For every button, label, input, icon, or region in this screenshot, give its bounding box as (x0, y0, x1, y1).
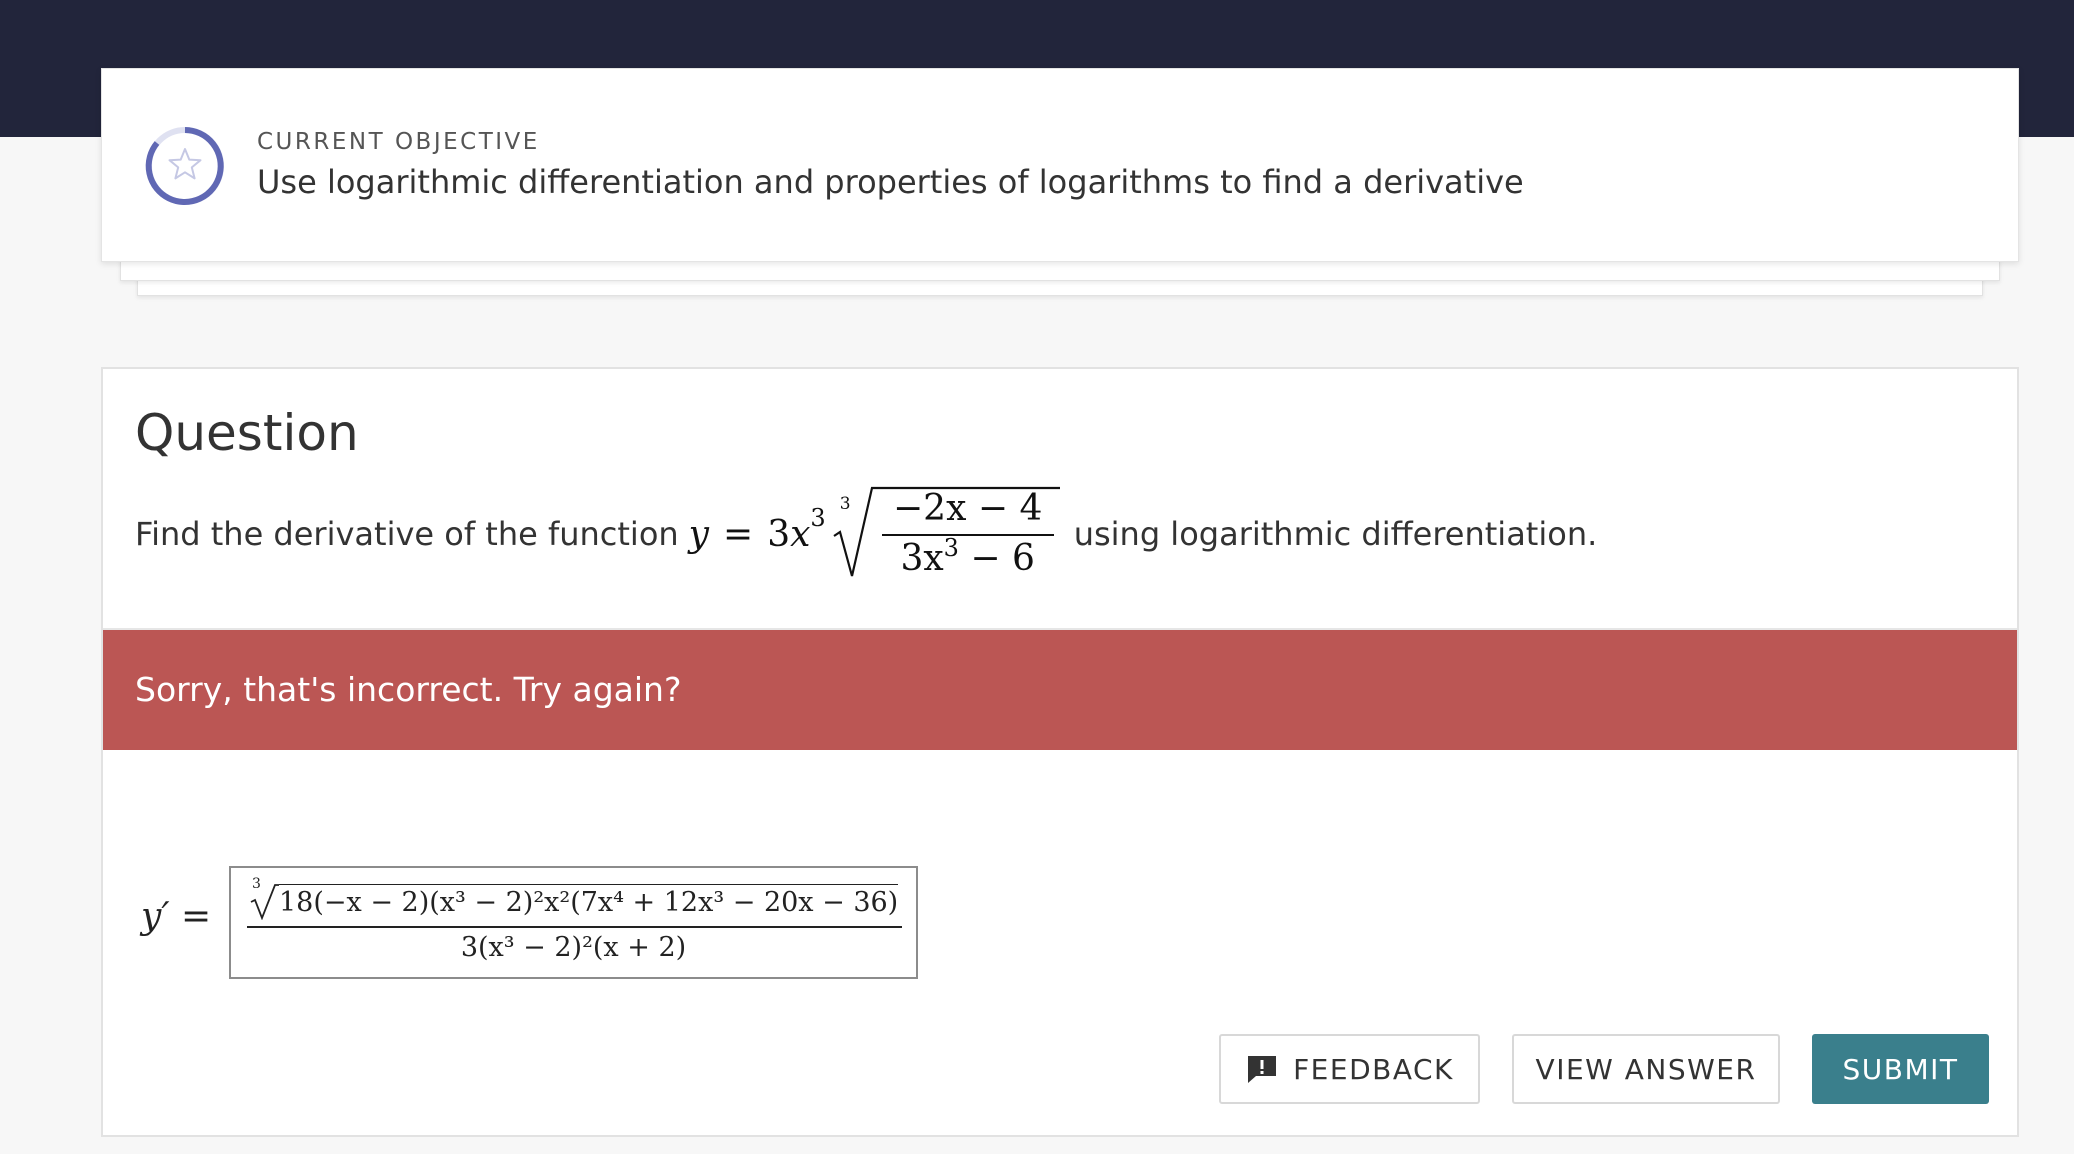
function-coef: 3 (767, 513, 791, 555)
answer-fraction-bar (247, 926, 902, 928)
question-title: Question (135, 404, 359, 462)
error-message: Sorry, that's incorrect. Try again? (135, 670, 682, 709)
answer-root: 3 (249, 876, 279, 920)
prompt-text-after: using logarithmic differentiation. (1073, 515, 1598, 553)
view-answer-button[interactable]: VIEW ANSWER (1512, 1034, 1780, 1104)
question-card: Question Find the derivative of the func… (101, 367, 2019, 1137)
function-lhs: y (688, 513, 710, 555)
answer-denominator: 3(x³ − 2)²(x + 2) (460, 932, 687, 963)
answer-numerator-text: 18(−x − 2)(x³ − 2)²x²(7x⁴ + 12x³ − 20x −… (279, 884, 899, 918)
star-icon (168, 148, 202, 180)
answer-radical-icon (250, 884, 279, 920)
question-prompt: Find the derivative of the function y = … (135, 486, 1598, 579)
answer-numerator: 3 18(−x − 2)(x³ − 2)²x²(7x⁴ + 12x³ − 20x… (249, 876, 899, 920)
objective-card: CURRENT OBJECTIVE Use logarithmic differ… (101, 68, 2019, 262)
feedback-button-label: FEEDBACK (1293, 1052, 1454, 1086)
answer-label: y′ = (141, 896, 212, 937)
function-equals: = (723, 513, 754, 555)
cube-root: 3 −2x − 4 3x3 − 6 (832, 484, 1062, 584)
objective-eyebrow: CURRENT OBJECTIVE (257, 129, 540, 155)
root-denominator: 3x3 − 6 (878, 534, 1058, 579)
function-expression: y = 3 x 3 3 −2x − 4 3x3 − 6 (689, 484, 1062, 584)
submit-button[interactable]: SUBMIT (1812, 1034, 1989, 1104)
den-exp: 3 (943, 534, 959, 562)
den-rest: − 6 (958, 538, 1035, 579)
objective-text: Use logarithmic differentiation and prop… (257, 163, 1524, 201)
prompt-text-before: Find the derivative of the function (135, 515, 679, 553)
function-var: x (790, 513, 811, 555)
progress-ring-icon (145, 127, 224, 205)
feedback-button[interactable]: FEEDBACK (1219, 1034, 1480, 1104)
answer-input[interactable]: 3 18(−x − 2)(x³ − 2)²x²(7x⁴ + 12x³ − 20x… (229, 866, 918, 979)
root-numerator: −2x − 4 (893, 488, 1043, 529)
error-banner: Sorry, that's incorrect. Try again? (103, 630, 2017, 750)
fraction-bar (881, 534, 1054, 536)
function-exp: 3 (810, 504, 826, 532)
den-base: 3x (900, 538, 944, 579)
feedback-icon (1248, 1056, 1277, 1083)
